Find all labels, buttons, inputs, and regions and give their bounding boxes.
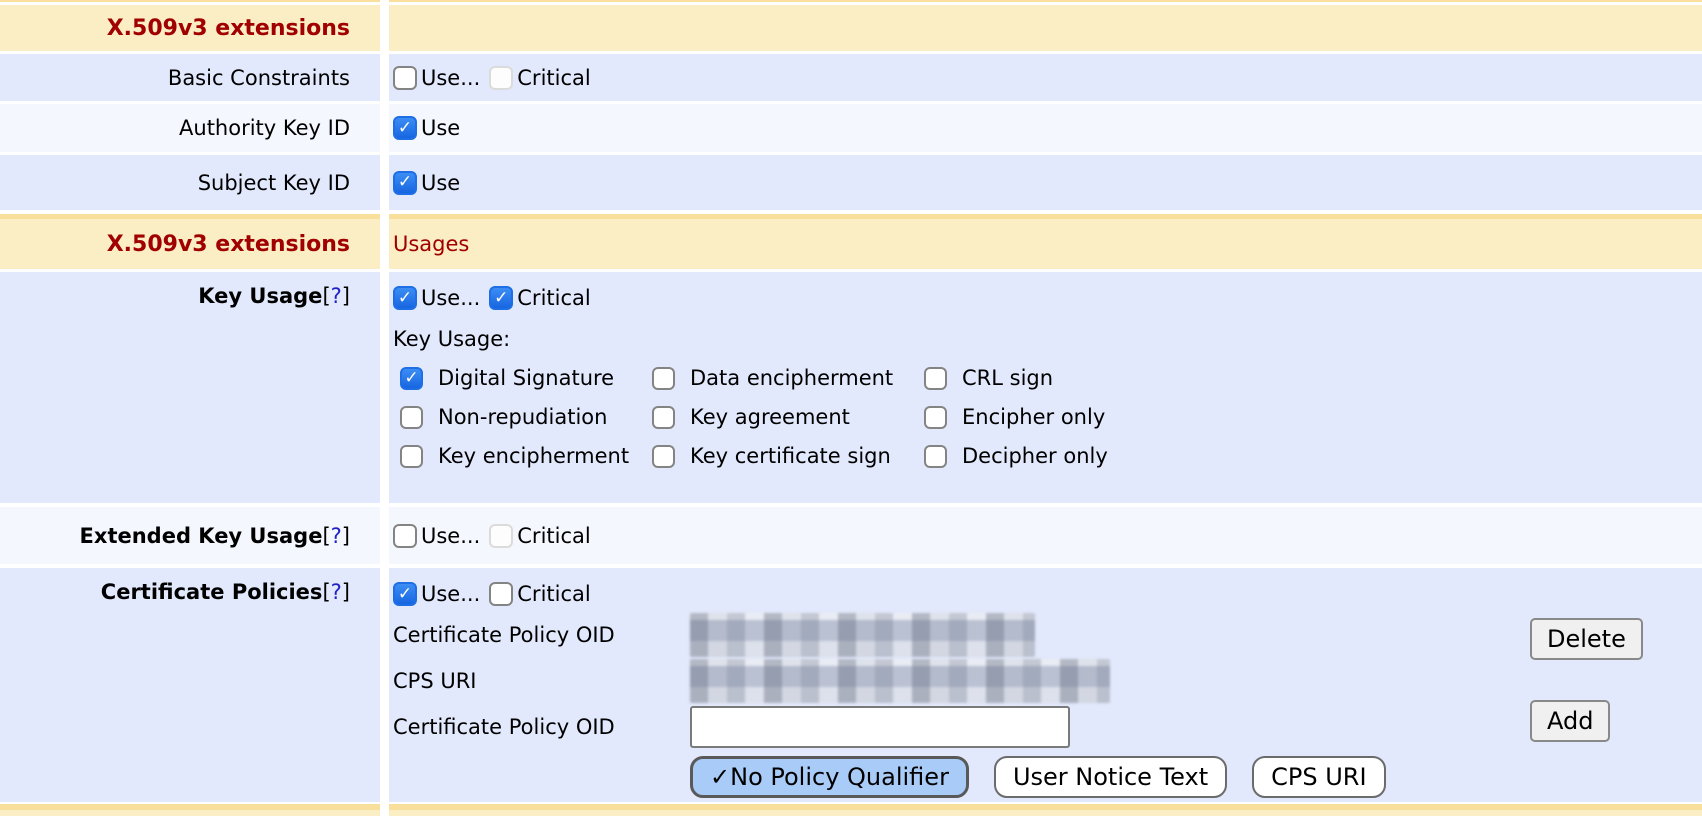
- extended-key-usage-use-checkbox[interactable]: [393, 524, 417, 548]
- critical-label: Critical: [517, 582, 590, 606]
- key-certificate-sign-checkbox[interactable]: [652, 445, 675, 468]
- section-title: X.509v3 extensions: [0, 219, 380, 269]
- key-usage-group-label: Key Usage:: [393, 327, 1702, 351]
- section-header-x509v3-extensions-1: X.509v3 extensions: [0, 5, 1702, 51]
- use-label: Use: [421, 171, 460, 195]
- option-label: Non-repudiation: [438, 405, 607, 429]
- redacted-cps-uri-value: [690, 659, 1110, 703]
- option-label: Digital Signature: [438, 366, 614, 390]
- row-authority-key-id: Authority Key ID Use: [0, 104, 1702, 152]
- extended-key-usage-help-link[interactable]: ?: [331, 524, 342, 548]
- row-label-authority-key-id: Authority Key ID: [179, 116, 350, 140]
- use-label: Use...: [421, 524, 480, 548]
- decipher-only-checkbox[interactable]: [924, 445, 947, 468]
- policy-qualifier-buttons: ✓No Policy Qualifier User Notice Text CP…: [690, 756, 1702, 798]
- option-label: Decipher only: [962, 444, 1108, 468]
- critical-label: Critical: [517, 286, 590, 310]
- section-header-x509v3-extensions-2: X.509v3 extensions Usages: [0, 219, 1702, 269]
- cps-uri-button[interactable]: CPS URI: [1252, 756, 1385, 798]
- new-certificate-policy-oid-label: Certificate Policy OID: [393, 715, 690, 739]
- use-label: Use...: [421, 582, 480, 606]
- row-basic-constraints: Basic Constraints Use... Critical: [0, 54, 1702, 101]
- delete-button[interactable]: Delete: [1530, 618, 1643, 660]
- key-agreement-checkbox[interactable]: [652, 406, 675, 429]
- section-subtitle: [389, 5, 1702, 51]
- key-usage-grid-row: Digital Signature Data encipherment CRL …: [400, 366, 1702, 390]
- key-usage-grid-row: Key encipherment Key certificate sign De…: [400, 444, 1702, 468]
- use-label: Use...: [421, 286, 480, 310]
- option-label: Key certificate sign: [690, 444, 891, 468]
- use-label: Use...: [421, 66, 480, 90]
- crl-sign-checkbox[interactable]: [924, 367, 947, 390]
- digital-signature-checkbox[interactable]: [400, 367, 423, 390]
- key-usage-critical-checkbox[interactable]: [489, 286, 513, 310]
- subject-key-id-use-checkbox[interactable]: [393, 171, 417, 195]
- next-section-header-partial: [0, 810, 1702, 816]
- key-encipherment-checkbox[interactable]: [400, 445, 423, 468]
- user-notice-text-button[interactable]: User Notice Text: [994, 756, 1227, 798]
- extended-key-usage-critical-checkbox[interactable]: [489, 524, 513, 548]
- row-subject-key-id: Subject Key ID Use: [0, 155, 1702, 210]
- basic-constraints-use-checkbox[interactable]: [393, 66, 417, 90]
- basic-constraints-critical-checkbox[interactable]: [489, 66, 513, 90]
- row-label-extended-key-usage: Extended Key Usage[?]: [80, 524, 350, 548]
- row-label-subject-key-id: Subject Key ID: [198, 171, 350, 195]
- data-encipherment-checkbox[interactable]: [652, 367, 675, 390]
- certificate-policy-oid-input[interactable]: [690, 706, 1070, 748]
- option-label: Encipher only: [962, 405, 1105, 429]
- option-label: Key encipherment: [438, 444, 629, 468]
- option-label: CRL sign: [962, 366, 1053, 390]
- new-certificate-policy-oid-row: Certificate Policy OID: [393, 704, 1702, 750]
- section-subtitle-usages: Usages: [389, 219, 1702, 269]
- certificate-policy-oid-label: Certificate Policy OID: [393, 623, 690, 647]
- non-repudiation-checkbox[interactable]: [400, 406, 423, 429]
- critical-label: Critical: [517, 524, 590, 548]
- use-label: Use: [421, 116, 460, 140]
- cps-uri-row: CPS URI: [393, 658, 1702, 704]
- key-usage-use-checkbox[interactable]: [393, 286, 417, 310]
- certificate-policies-use-checkbox[interactable]: [393, 582, 417, 606]
- option-label: Key agreement: [690, 405, 850, 429]
- encipher-only-checkbox[interactable]: [924, 406, 947, 429]
- row-label-basic-constraints: Basic Constraints: [168, 66, 350, 90]
- row-key-usage: Key Usage[?] Use... Critical Key Usage: …: [0, 272, 1702, 503]
- add-button[interactable]: Add: [1530, 700, 1610, 742]
- authority-key-id-use-checkbox[interactable]: [393, 116, 417, 140]
- cps-uri-label: CPS URI: [393, 669, 690, 693]
- row-label-certificate-policies: Certificate Policies[?]: [101, 580, 350, 604]
- section-title: X.509v3 extensions: [0, 5, 380, 51]
- key-usage-help-link[interactable]: ?: [331, 284, 342, 308]
- certificate-policies-critical-checkbox[interactable]: [489, 582, 513, 606]
- key-usage-grid-row: Non-repudiation Key agreement Encipher o…: [400, 405, 1702, 429]
- critical-label: Critical: [517, 66, 590, 90]
- option-label: Data encipherment: [690, 366, 893, 390]
- row-extended-key-usage: Extended Key Usage[?] Use... Critical: [0, 507, 1702, 564]
- certificate-policies-help-link[interactable]: ?: [331, 580, 342, 604]
- certificate-extensions-form: X.509v3 extensions Basic Constraints Use…: [0, 0, 1702, 820]
- row-certificate-policies: Certificate Policies[?] Use... Critical …: [0, 568, 1702, 802]
- redacted-policy-oid-value: [690, 613, 1035, 657]
- certificate-policy-oid-row: Certificate Policy OID: [393, 612, 1702, 658]
- row-label-key-usage: Key Usage[?]: [198, 284, 350, 308]
- no-policy-qualifier-button[interactable]: ✓No Policy Qualifier: [690, 756, 969, 798]
